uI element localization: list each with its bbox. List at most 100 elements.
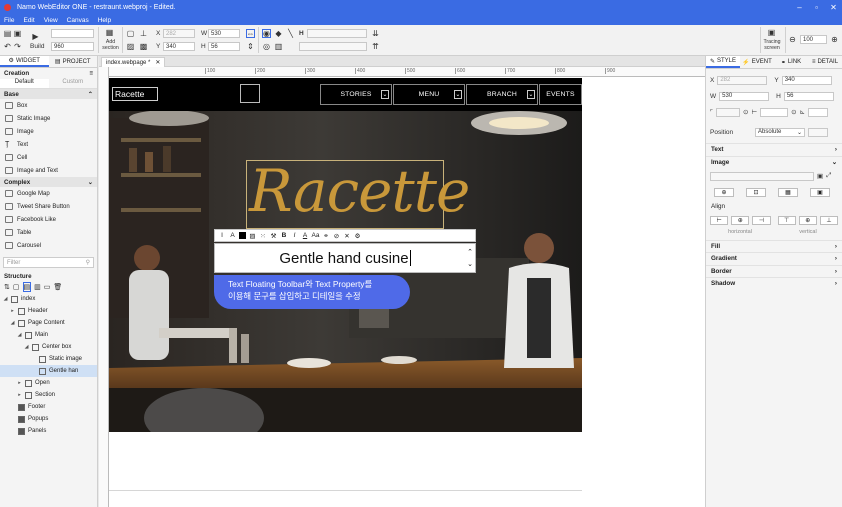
- line-icon[interactable]: ╲: [286, 29, 295, 38]
- hero-script-title[interactable]: Racette: [249, 141, 470, 241]
- image-icon[interactable]: ▨: [126, 42, 135, 51]
- editing-text-box[interactable]: Gentle hand cusine ⌃ ⌄: [214, 243, 476, 273]
- menu-help[interactable]: Help: [98, 17, 111, 24]
- tree-layout-icon[interactable]: ▤: [22, 282, 32, 292]
- save-icon[interactable]: ▣: [13, 29, 22, 38]
- y-field[interactable]: 340: [163, 42, 195, 51]
- w-field[interactable]: 530: [208, 29, 240, 38]
- align-top-icon[interactable]: ⊤: [777, 216, 796, 225]
- tree-tool-icon[interactable]: ⇅: [4, 283, 10, 291]
- header-placeholder[interactable]: [240, 84, 260, 103]
- menu-canvas[interactable]: Canvas: [67, 17, 89, 24]
- tree-toggle-icon[interactable]: ▸: [17, 380, 22, 386]
- subtab-custom[interactable]: Custom: [49, 79, 98, 88]
- tree-toggle-icon[interactable]: ▸: [17, 392, 22, 398]
- cursor-icon[interactable]: I: [218, 231, 226, 240]
- close-button[interactable]: ✕: [825, 3, 842, 12]
- width-select[interactable]: 960: [51, 42, 94, 51]
- nav-events[interactable]: EVENTS: [539, 84, 582, 105]
- nav-branch[interactable]: BRANCH ⌄: [466, 84, 538, 105]
- position-select[interactable]: Absolute ⌄: [755, 127, 805, 137]
- tab-event[interactable]: ⚡ EVENT: [740, 56, 774, 68]
- add-section-label[interactable]: Add section: [102, 39, 119, 51]
- text-height-icon[interactable]: H: [299, 30, 304, 37]
- hide-icon[interactable]: ◎: [262, 42, 271, 51]
- align-center-v-icon[interactable]: ⊕: [798, 216, 817, 225]
- image-browse-icon[interactable]: ▣: [817, 172, 823, 180]
- tree-toggle-icon[interactable]: ◢: [3, 296, 8, 302]
- new-file-icon[interactable]: ▤: [3, 29, 12, 38]
- document-tab[interactable]: index.webpage * ✕: [101, 57, 166, 67]
- image-source-field[interactable]: [710, 171, 814, 181]
- radius-lock-icon[interactable]: ⊙: [743, 108, 748, 116]
- menu-file[interactable]: File: [4, 17, 14, 24]
- text-section[interactable]: Text ›: [706, 143, 842, 156]
- undo-icon[interactable]: ↶: [3, 42, 12, 51]
- image-section[interactable]: Image ⌄: [706, 155, 842, 169]
- widget-image[interactable]: Image: [0, 125, 97, 138]
- zoom-in-icon[interactable]: ⊕: [830, 35, 839, 44]
- link-icon[interactable]: ⚭: [322, 231, 330, 240]
- text-settings-icon[interactable]: ⚙: [354, 231, 362, 240]
- image-mode-3-button[interactable]: ▦: [778, 187, 798, 197]
- tree-item[interactable]: Gentle han: [0, 365, 97, 377]
- font-size-icon[interactable]: Aa: [312, 231, 320, 240]
- align-right-icon[interactable]: ⊣: [752, 216, 771, 225]
- resize-icon[interactable]: ⇕: [246, 42, 255, 51]
- tree-item[interactable]: ▸ Header: [0, 305, 97, 317]
- widget-static-image[interactable]: Static Image: [0, 112, 97, 125]
- x-field[interactable]: 282: [717, 75, 768, 85]
- chevron-down-icon[interactable]: ⌄: [454, 90, 462, 99]
- align-left-icon[interactable]: ⊢: [710, 216, 729, 225]
- tracing-screen-icon[interactable]: ▣: [767, 28, 776, 37]
- radius-field[interactable]: [716, 107, 741, 117]
- image-fit-icon[interactable]: ⤢: [826, 172, 831, 180]
- nav-stories[interactable]: STORIES ⌄: [320, 84, 392, 105]
- horizontal-ruler[interactable]: 100 200 300 400 500 600 700 800 900: [109, 67, 705, 77]
- maximize-button[interactable]: ▫: [808, 3, 825, 12]
- margin-field[interactable]: [808, 107, 829, 117]
- chevron-down-icon[interactable]: ⌄: [527, 90, 535, 99]
- menu-view[interactable]: View: [44, 17, 58, 24]
- tree-toggle-icon[interactable]: ◢: [17, 332, 22, 338]
- zoom-out-icon[interactable]: ⊖: [788, 35, 797, 44]
- clear-format-icon[interactable]: ⁙: [259, 231, 267, 240]
- site-logo[interactable]: Racette: [112, 87, 158, 101]
- chevron-up-icon[interactable]: ⌃: [88, 91, 93, 98]
- spacing-select[interactable]: [299, 42, 367, 51]
- bg-color-icon[interactable]: ▨: [249, 231, 257, 240]
- widget-carousel[interactable]: Carousel: [0, 239, 97, 252]
- color-swatch-icon[interactable]: [239, 232, 246, 239]
- close-tab-icon[interactable]: ✕: [155, 59, 160, 66]
- visibility-icon[interactable]: ◉: [262, 29, 271, 38]
- tab-link[interactable]: ⚭ LINK: [774, 56, 808, 68]
- widget-google-map[interactable]: Google Map: [0, 187, 97, 200]
- tab-detail[interactable]: ≡ DETAIL: [808, 56, 842, 68]
- fill-color-icon[interactable]: ◆: [274, 29, 283, 38]
- padding-lock-icon[interactable]: ⊙: [791, 108, 796, 116]
- tree-item[interactable]: ◢ Main: [0, 329, 97, 341]
- underline-icon[interactable]: A: [301, 231, 309, 240]
- trash-icon[interactable]: 🗑: [53, 283, 62, 291]
- tree-item[interactable]: Static image: [0, 353, 97, 365]
- menu-edit[interactable]: Edit: [23, 17, 34, 24]
- image-mode-1-button[interactable]: ⊕: [714, 187, 734, 197]
- tree-box-icon[interactable]: ▢: [13, 283, 20, 291]
- paint-format-icon[interactable]: ⚒: [270, 231, 278, 240]
- unlink-icon[interactable]: ⊘: [333, 231, 341, 240]
- image-mode-4-button[interactable]: ▣: [810, 187, 830, 197]
- widget-box[interactable]: Box: [0, 99, 97, 112]
- tree-toggle-icon[interactable]: ▸: [10, 308, 15, 314]
- h-field[interactable]: 56: [208, 42, 240, 51]
- device-select[interactable]: [51, 29, 94, 38]
- italic-icon[interactable]: I: [291, 231, 299, 240]
- tracing-label[interactable]: Tracing screen: [762, 39, 782, 51]
- build-play-icon[interactable]: ▶: [31, 32, 40, 41]
- tree-panel-icon[interactable]: ▭: [44, 283, 51, 291]
- align-center-h-icon[interactable]: ⊕: [731, 216, 750, 225]
- tree-item[interactable]: ◢ index: [0, 293, 97, 305]
- tree-item[interactable]: ◢ Center box: [0, 341, 97, 353]
- tree-item[interactable]: ▸ Section: [0, 389, 97, 401]
- clear-icon[interactable]: ✕: [343, 231, 351, 240]
- image-mode-2-button[interactable]: ⊡: [746, 187, 766, 197]
